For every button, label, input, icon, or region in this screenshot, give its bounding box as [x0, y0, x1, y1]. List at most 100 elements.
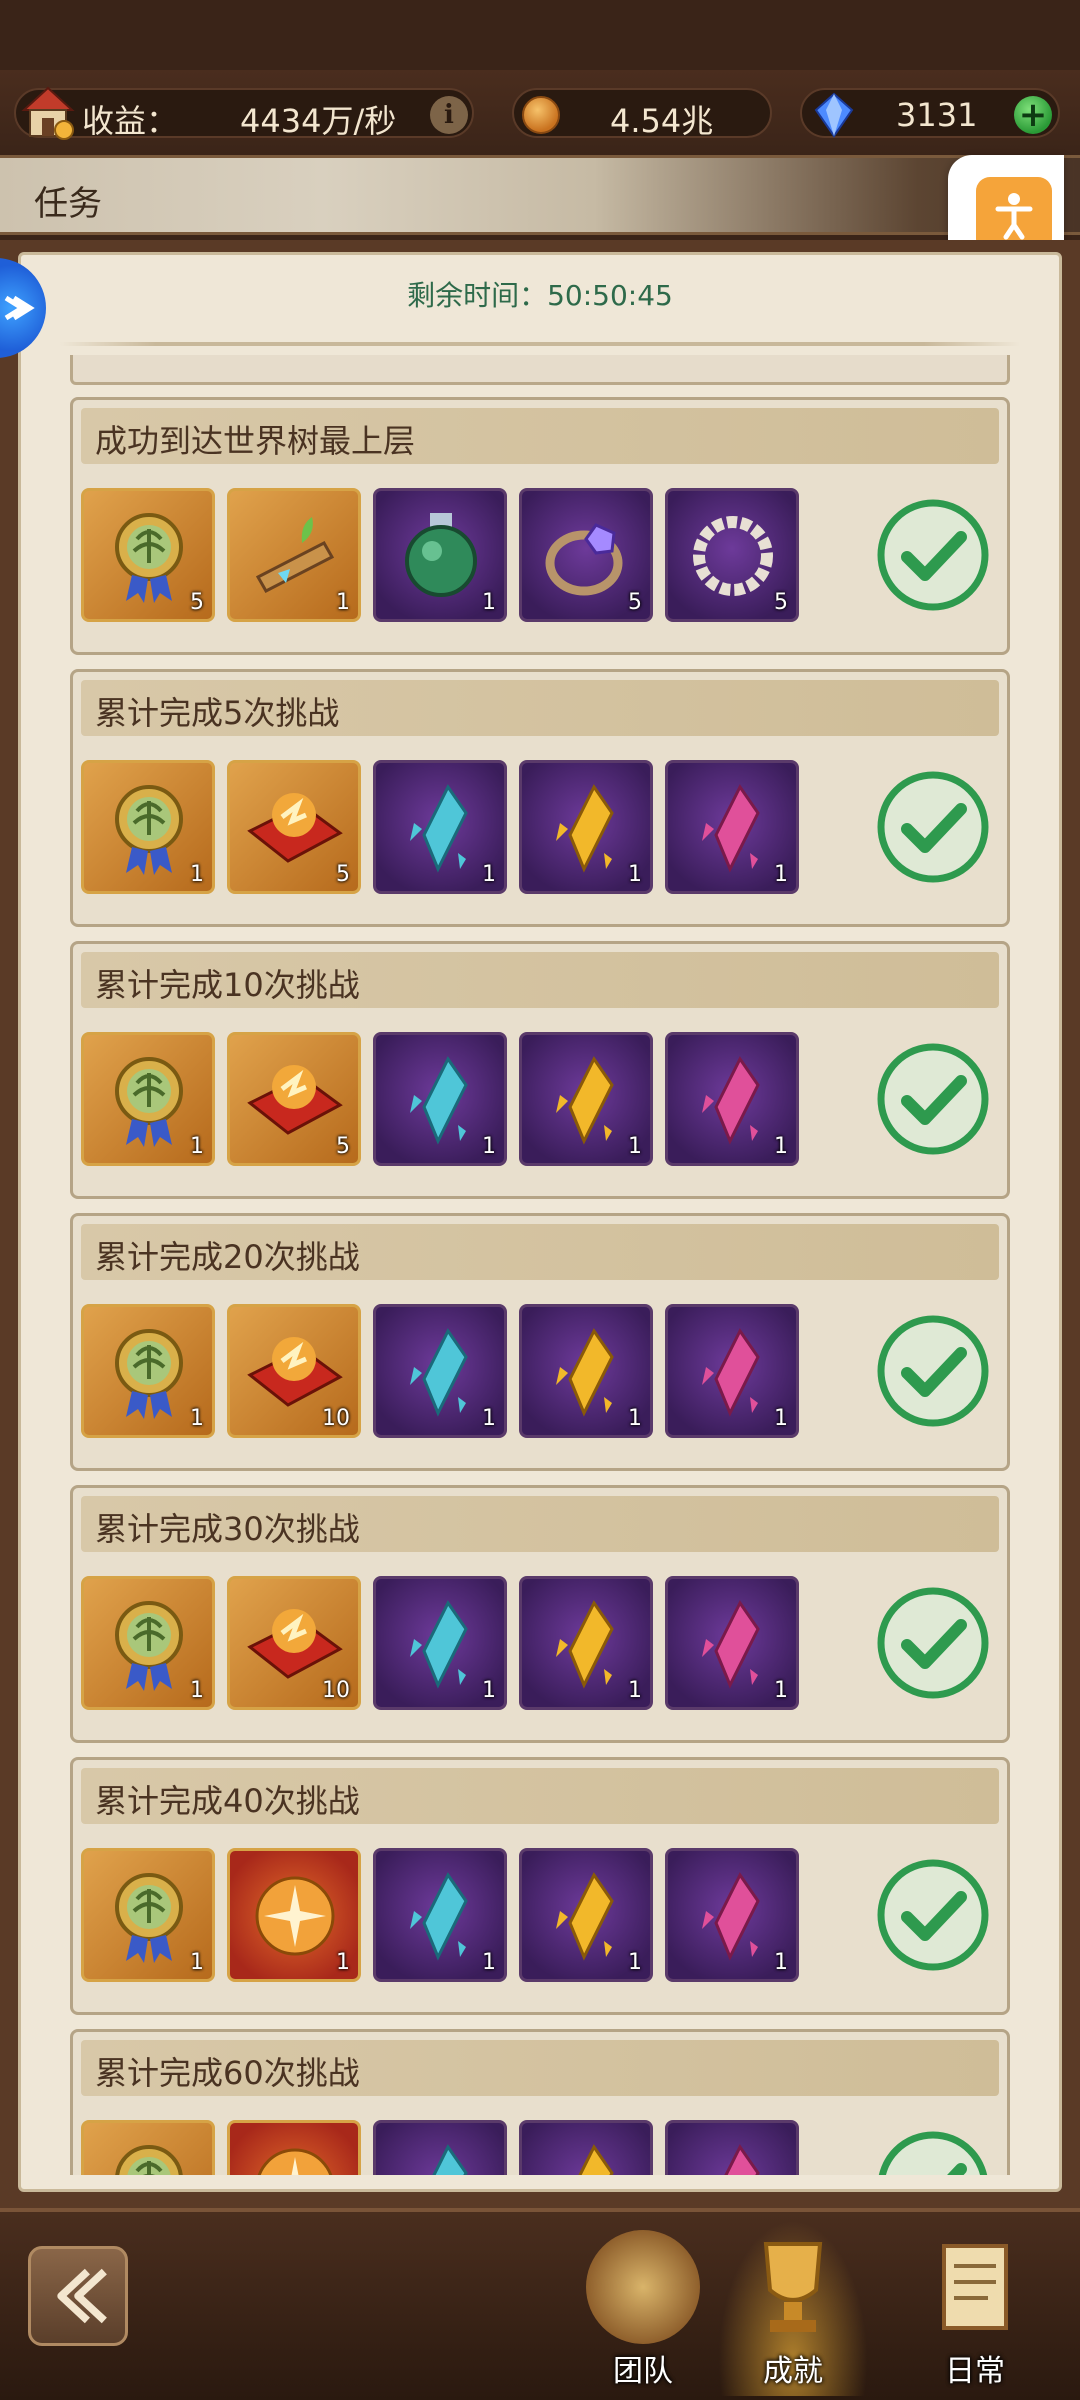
task-card: 累计完成20次挑战 1 10 1 1 1: [70, 1213, 1010, 1471]
map-scroll-icon: [586, 2230, 700, 2344]
reward-slot[interactable]: 1: [227, 488, 361, 622]
reward-slot[interactable]: 1: [227, 1848, 361, 1982]
reward-slot[interactable]: 1: [519, 1576, 653, 1710]
reward-count: 1: [774, 1134, 788, 1159]
gem-display: 3131 +: [800, 88, 1060, 138]
blue-crystal-icon: [410, 1056, 468, 1145]
task-card: 累计完成30次挑战 1 10 1 1 1: [70, 1485, 1010, 1743]
nav-daily-label: 日常: [945, 2354, 1005, 2389]
reward-slot[interactable]: 1: [373, 488, 507, 622]
reward-slot[interactable]: 1: [81, 1576, 215, 1710]
reward-slot[interactable]: [373, 2120, 507, 2175]
orb-icon: [257, 2148, 333, 2175]
completed-check-icon: [877, 1043, 989, 1155]
reward-count: 1: [190, 1406, 204, 1431]
trophy-icon: [763, 2242, 823, 2332]
ring-icon: [545, 523, 623, 596]
task-header: 累计完成40次挑战: [81, 1768, 999, 1824]
blue-crystal-icon: [432, 2144, 468, 2175]
gold-display: 4.54兆: [512, 88, 772, 140]
reward-slot[interactable]: 10: [227, 1304, 361, 1438]
house-icon: [21, 86, 75, 140]
task-title: 累计完成60次挑战: [95, 2054, 360, 2092]
reward-slot[interactable]: [227, 2120, 361, 2175]
reward-slot[interactable]: 5: [81, 488, 215, 622]
info-button[interactable]: i: [430, 96, 468, 134]
divider: [60, 342, 1020, 346]
reward-count: 1: [336, 590, 350, 615]
reward-count: 1: [190, 862, 204, 887]
task-title: 累计完成20次挑战: [95, 1238, 360, 1276]
reward-count: 5: [774, 590, 788, 615]
reward-slot[interactable]: 1: [665, 1848, 799, 1982]
reward-slot[interactable]: 1: [665, 1032, 799, 1166]
reward-slot[interactable]: 1: [519, 1304, 653, 1438]
reward-slot[interactable]: 1: [373, 1032, 507, 1166]
reward-count: 1: [190, 1950, 204, 1975]
task-header: 累计完成5次挑战: [81, 680, 999, 736]
orb-icon: [255, 1876, 335, 1956]
pink-crystal-icon: [702, 1328, 760, 1417]
reward-slot[interactable]: 1: [665, 1576, 799, 1710]
reward-count: 1: [628, 862, 642, 887]
add-gems-button[interactable]: +: [1014, 96, 1052, 134]
blue-crystal-icon: [410, 784, 468, 873]
reward-slot[interactable]: 1: [81, 1304, 215, 1438]
reward-slot[interactable]: 1: [665, 760, 799, 894]
completed-check-icon: [877, 499, 989, 611]
reward-slot[interactable]: [81, 2120, 215, 2175]
reward-slot[interactable]: 10: [227, 1576, 361, 1710]
reward-slot[interactable]: 1: [373, 1848, 507, 1982]
reward-count: 1: [190, 1678, 204, 1703]
reward-count: 10: [322, 1678, 350, 1703]
completed-check-icon: [877, 1587, 989, 1699]
nav-daily[interactable]: 日常: [900, 2220, 1050, 2396]
gem-value: 3131: [896, 96, 978, 134]
reward-count: 5: [190, 590, 204, 615]
gold-crystal-icon: [556, 1872, 614, 1961]
reward-slot[interactable]: 1: [665, 1304, 799, 1438]
gold-coin-icon: [522, 96, 560, 134]
reward-count: 5: [336, 1134, 350, 1159]
reward-slot[interactable]: 5: [227, 1032, 361, 1166]
nav-team-label: 团队: [613, 2354, 673, 2389]
pink-crystal-icon: [702, 784, 760, 873]
reward-slot[interactable]: 1: [373, 1576, 507, 1710]
reward-count: 1: [628, 1406, 642, 1431]
medal-icon: [115, 1873, 183, 1963]
reward-count: 1: [774, 1678, 788, 1703]
page-title: 任务: [34, 184, 102, 224]
completed-check-icon: [877, 1859, 989, 1971]
back-arrow-icon: [57, 2268, 107, 2324]
medal-icon: [115, 513, 183, 603]
gold-crystal-icon: [556, 1600, 614, 1689]
reward-slot[interactable]: 1: [373, 1304, 507, 1438]
back-button[interactable]: [28, 2246, 128, 2346]
potion-icon: [405, 513, 477, 597]
reward-slot[interactable]: 5: [519, 488, 653, 622]
task-card: 累计完成10次挑战 1 5 1 1 1: [70, 941, 1010, 1199]
reward-slot[interactable]: [665, 2120, 799, 2175]
task-header: 累计完成10次挑战: [81, 952, 999, 1008]
medal-icon: [115, 1057, 183, 1147]
gold-crystal-icon: [556, 1328, 614, 1417]
reward-slot[interactable]: 1: [519, 760, 653, 894]
reward-slot[interactable]: [519, 2120, 653, 2175]
nav-team[interactable]: 团队: [568, 2220, 718, 2396]
reward-count: 1: [482, 1406, 496, 1431]
reward-slot[interactable]: 1: [519, 1032, 653, 1166]
nav-achievement[interactable]: 成就: [718, 2220, 868, 2396]
reward-slot[interactable]: 1: [81, 1848, 215, 1982]
pink-crystal-icon: [702, 1056, 760, 1145]
reward-slot[interactable]: 1: [373, 760, 507, 894]
task-list[interactable]: 成功到达世界树最上层 5 1 1 5 5 累计完成5次挑战 1 5 1 1 1 累计完成10次挑战 1 5 1…: [70, 355, 1010, 2175]
blue-crystal-icon: [410, 1600, 468, 1689]
nav-achievement-label: 成就: [763, 2354, 823, 2389]
reward-slot[interactable]: 1: [519, 1848, 653, 1982]
reward-slot[interactable]: 1: [81, 760, 215, 894]
reward-slot[interactable]: 5: [665, 488, 799, 622]
reward-slot[interactable]: 1: [81, 1032, 215, 1166]
task-card: 累计完成60次挑战: [70, 2029, 1010, 2175]
medal-icon: [115, 1601, 183, 1691]
reward-slot[interactable]: 5: [227, 760, 361, 894]
